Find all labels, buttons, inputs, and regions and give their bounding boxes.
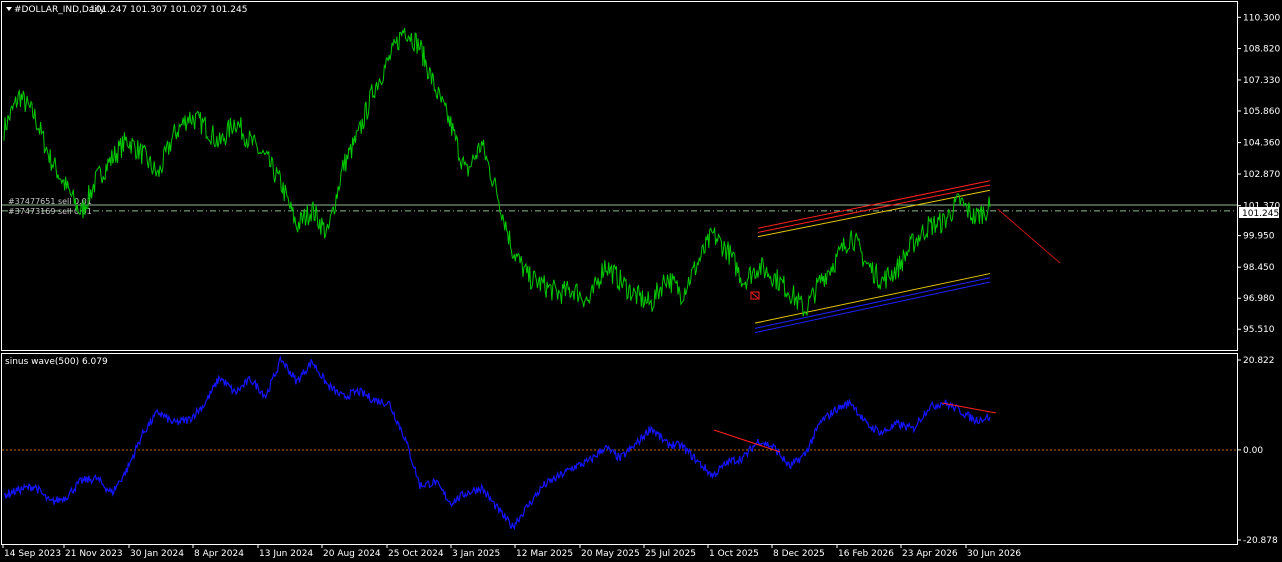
time-tick-label: 3 Jan 2025 bbox=[452, 549, 500, 559]
current-price-label: 101.245 bbox=[1242, 209, 1279, 219]
ohlc-values: 101.247 101.307 101.027 101.245 bbox=[90, 5, 247, 15]
indicator-tick-label: 0.00 bbox=[1243, 446, 1263, 456]
time-tick-label: 14 Sep 2023 bbox=[4, 549, 61, 559]
time-tick-label: 25 Jul 2025 bbox=[645, 549, 696, 559]
indicator-tick-label: 20.822 bbox=[1243, 356, 1275, 366]
price-tick-label: 96.980 bbox=[1243, 294, 1275, 304]
time-tick-label: 25 Oct 2024 bbox=[388, 549, 444, 559]
time-tick-label: 30 Jun 2026 bbox=[967, 549, 1021, 559]
time-tick-label: 23 Apr 2026 bbox=[902, 549, 958, 559]
price-tick-label: 107.330 bbox=[1243, 76, 1280, 86]
time-tick-label: 13 Jun 2024 bbox=[259, 549, 313, 559]
price-tick-label: 95.510 bbox=[1243, 325, 1275, 335]
indicator-title: sinus wave(500) 6.079 bbox=[5, 357, 108, 367]
order-label: #37473169 sell 0.01 bbox=[8, 207, 92, 216]
time-tick-label: 20 May 2025 bbox=[581, 549, 640, 559]
indicator-tick-label: -20.878 bbox=[1243, 536, 1278, 546]
price-tick-label: 110.300 bbox=[1243, 13, 1280, 23]
time-tick-label: 8 Dec 2025 bbox=[773, 549, 825, 559]
time-tick-label: 16 Feb 2026 bbox=[838, 549, 894, 559]
time-tick-label: 12 Mar 2025 bbox=[516, 549, 573, 559]
chart-background bbox=[0, 0, 1282, 562]
time-tick-label: 1 Oct 2025 bbox=[709, 549, 759, 559]
order-label: #37477651 sell 0.01 bbox=[8, 197, 92, 206]
time-tick-label: 30 Jan 2024 bbox=[130, 549, 184, 559]
price-tick-label: 102.870 bbox=[1243, 170, 1280, 180]
price-tick-label: 104.360 bbox=[1243, 139, 1280, 149]
time-tick-label: 21 Nov 2023 bbox=[65, 549, 123, 559]
time-tick-label: 8 Apr 2024 bbox=[194, 549, 244, 559]
price-tick-label: 98.450 bbox=[1243, 263, 1275, 273]
price-tick-label: 105.860 bbox=[1243, 107, 1280, 117]
time-tick-label: 20 Aug 2024 bbox=[323, 549, 381, 559]
price-tick-label: 108.820 bbox=[1243, 45, 1280, 55]
price-tick-label: 99.950 bbox=[1243, 232, 1275, 242]
chart-canvas: #DOLLAR_IND,Daily 101.247 101.307 101.02… bbox=[0, 0, 1282, 562]
